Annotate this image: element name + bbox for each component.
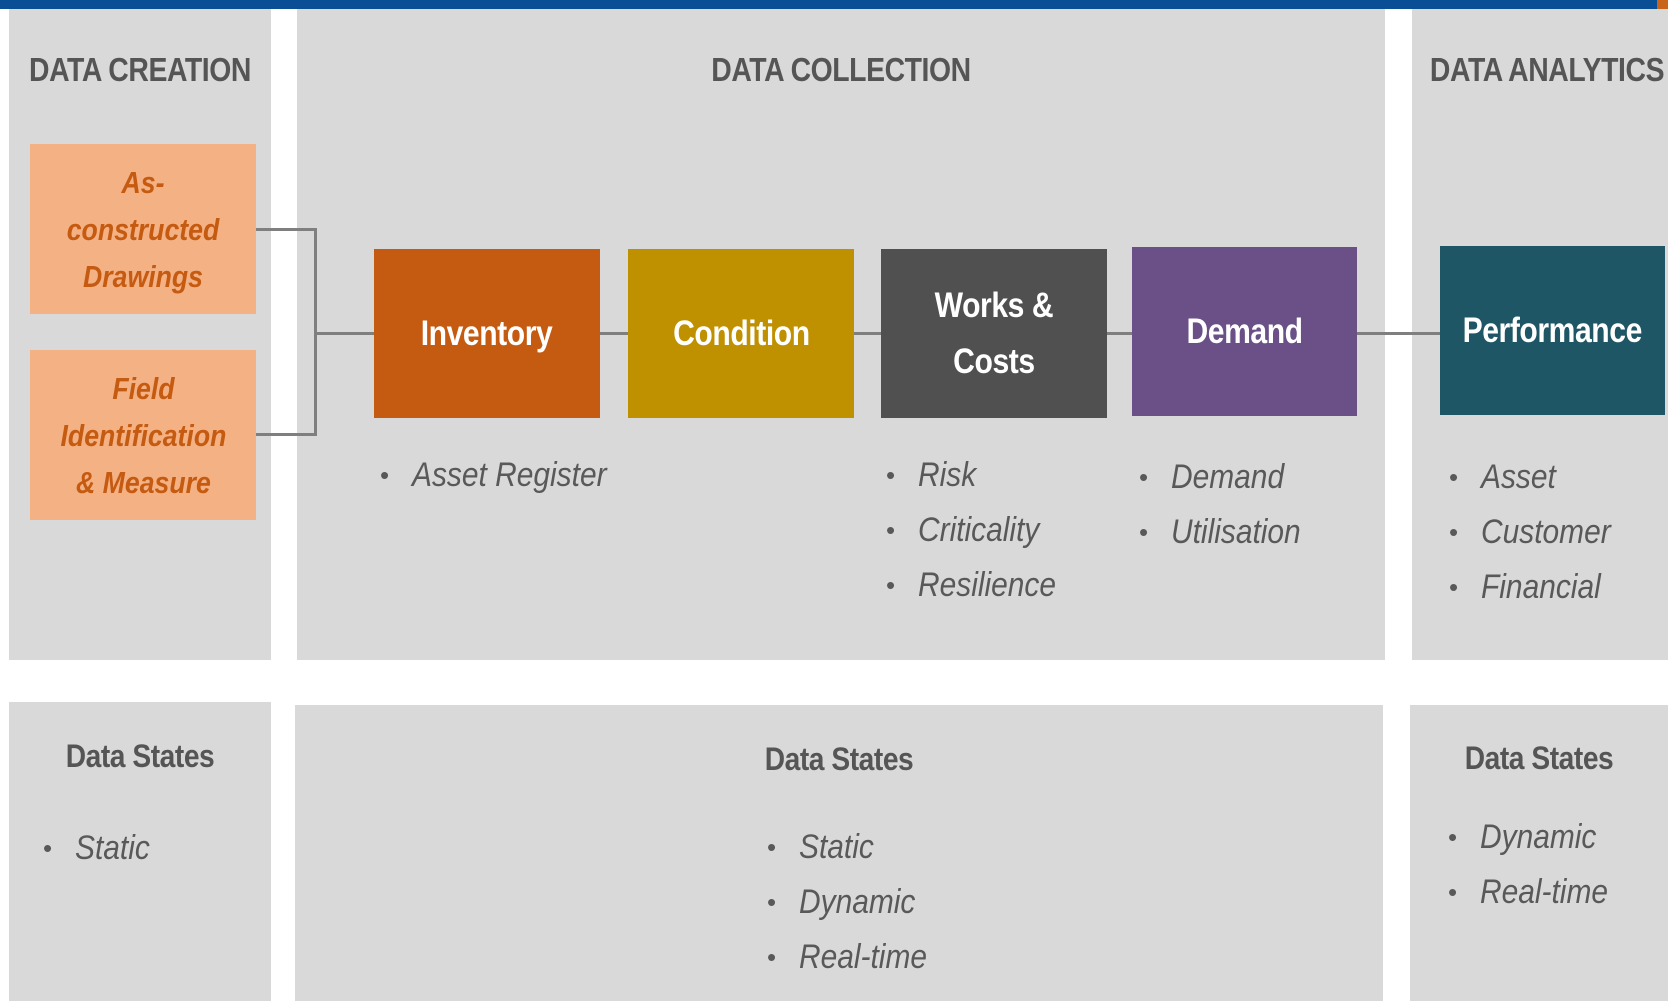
field-identification-box: Field Identification & Measure (30, 350, 256, 520)
condition-label: Condition (672, 313, 810, 353)
list-item: Customer (1449, 505, 1628, 560)
field-identification-label: Field Identification & Measure (60, 370, 226, 500)
data-creation-panel: DATA CREATION (9, 9, 271, 660)
list-item: Real-time (767, 930, 944, 985)
list-item: Static (43, 821, 160, 876)
condition-box: Condition (628, 249, 854, 418)
creation-data-states-title: Data States (65, 738, 215, 774)
list-item: Criticality (886, 503, 1075, 558)
connector-demand-performance (1357, 332, 1440, 335)
performance-label: Performance (1462, 310, 1643, 350)
list-item: Dynamic (1448, 810, 1625, 865)
performance-box: Performance (1440, 246, 1665, 415)
works-costs-label: Works & Costs (934, 285, 1054, 381)
collection-data-states-list: Static Dynamic Real-time (767, 820, 944, 985)
inventory-label: Inventory (421, 313, 553, 353)
analytics-data-states-panel: Data States Dynamic Real-time (1410, 705, 1668, 1001)
demand-box: Demand (1132, 247, 1357, 416)
list-item: Utilisation (1139, 505, 1318, 560)
analytics-data-states-list: Dynamic Real-time (1448, 810, 1625, 920)
data-analytics-heading: DATA ANALYTICS (1429, 51, 1665, 88)
list-item: Demand (1139, 450, 1318, 505)
connector-to-inventory (314, 332, 374, 335)
connector-field-horizontal (256, 433, 317, 436)
connector-drawings-horizontal (256, 228, 317, 231)
works-costs-bullets: Risk Criticality Resilience (886, 448, 1075, 613)
creation-data-states-panel: Data States Static (9, 702, 271, 1001)
collection-data-states-panel: Data States Static Dynamic Real-time (295, 705, 1383, 1001)
demand-label: Demand (1186, 311, 1303, 351)
inventory-box: Inventory (374, 249, 600, 418)
top-corner-accent (1657, 0, 1668, 9)
data-collection-heading: DATA COLLECTION (711, 51, 971, 88)
list-item: Asset (1449, 450, 1628, 505)
works-costs-box: Works & Costs (881, 249, 1107, 418)
analytics-data-states-title: Data States (1464, 740, 1614, 776)
top-accent-bar (0, 0, 1668, 9)
list-item: Dynamic (767, 875, 944, 930)
list-item: Resilience (886, 558, 1075, 613)
as-constructed-drawings-box: As-constructed Drawings (30, 144, 256, 314)
connector-inventory-condition (600, 332, 628, 335)
as-constructed-drawings-label: As-constructed Drawings (66, 164, 220, 294)
creation-data-states-list: Static (43, 821, 160, 876)
performance-bullets: Asset Customer Financial (1449, 450, 1628, 615)
inventory-bullets: Asset Register (380, 448, 633, 503)
connector-works-demand (1107, 332, 1132, 335)
list-item: Financial (1449, 560, 1628, 615)
list-item: Real-time (1448, 865, 1625, 920)
list-item: Asset Register (380, 448, 633, 503)
demand-bullets: Demand Utilisation (1139, 450, 1318, 560)
connector-condition-works (854, 332, 881, 335)
list-item: Risk (886, 448, 1075, 503)
collection-data-states-title: Data States (764, 741, 914, 777)
data-creation-heading: DATA CREATION (29, 51, 251, 88)
list-item: Static (767, 820, 944, 875)
